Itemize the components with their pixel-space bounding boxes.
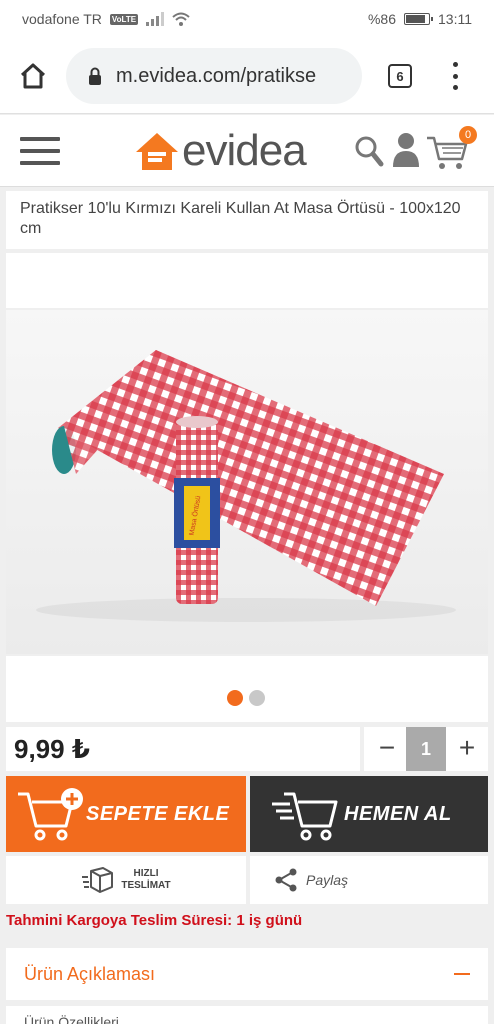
search-icon[interactable] xyxy=(354,135,384,167)
buy-now-button[interactable]: HEMEN AL xyxy=(250,776,488,852)
tab-switcher-button[interactable]: 6 xyxy=(388,64,412,88)
cart-plus-icon xyxy=(18,788,83,841)
browser-menu-icon[interactable] xyxy=(448,62,462,90)
wifi-icon xyxy=(172,12,190,26)
delivery-box-icon xyxy=(82,867,114,893)
features-heading: Ürün Özellikleri xyxy=(24,1014,119,1024)
product-title: Pratikser 10'lu Kırmızı Kareli Kullan At… xyxy=(6,191,488,249)
lock-icon xyxy=(89,67,101,85)
home-icon[interactable] xyxy=(19,62,47,90)
pagination-dot-active[interactable] xyxy=(227,690,243,706)
pagination-dot[interactable] xyxy=(249,690,265,706)
logo-text: evidea xyxy=(182,126,307,175)
blank-panel xyxy=(6,253,488,308)
url-text: m.evidea.com/pratikse xyxy=(116,64,317,87)
buy-now-label: HEMEN AL xyxy=(344,802,452,825)
add-to-cart-label: SEPETE EKLE xyxy=(86,802,230,825)
fast-delivery-line2: TESLİMAT xyxy=(121,880,171,891)
volte-badge: VoLTE xyxy=(109,13,139,25)
quantity-input[interactable]: 1 xyxy=(406,727,446,771)
logo-house-icon xyxy=(136,133,178,170)
fast-delivery-line1: HIZLI xyxy=(133,868,159,879)
collapse-icon[interactable] xyxy=(454,973,470,975)
site-header: evidea xyxy=(0,115,494,187)
battery-icon xyxy=(404,13,433,25)
share-button[interactable]: Paylaş xyxy=(250,856,488,904)
clock: 13:11 xyxy=(438,11,472,27)
battery-percent: %86 xyxy=(367,11,396,27)
fast-delivery-info[interactable]: HIZLI TESLİMAT xyxy=(6,856,246,904)
quantity-stepper: − 1 + xyxy=(364,727,488,771)
evidea-logo[interactable]: evidea xyxy=(134,125,307,177)
cart-count-badge: 0 xyxy=(459,126,477,144)
signal-icon xyxy=(146,12,165,26)
status-bar: vodafone TR VoLTE %86 13:11 xyxy=(0,0,494,38)
share-label: Paylaş xyxy=(306,872,349,888)
share-icon xyxy=(275,868,297,892)
price: 9,99 ₺ xyxy=(6,727,360,771)
add-to-cart-button[interactable]: SEPETE EKLE xyxy=(6,776,246,852)
description-heading: Ürün Açıklaması xyxy=(24,963,156,984)
quantity-decrease-button[interactable]: − xyxy=(372,733,402,765)
delivery-estimate: Tahmini Kargoya Teslim Süresi: 1 iş günü xyxy=(6,912,303,929)
user-icon[interactable] xyxy=(392,132,420,168)
hamburger-menu-icon[interactable] xyxy=(20,137,60,165)
carrier-name: vodafone TR xyxy=(22,11,102,27)
quantity-increase-button[interactable]: + xyxy=(452,733,482,765)
url-bar[interactable]: m.evidea.com/pratikse xyxy=(66,48,362,104)
product-description-accordion[interactable]: Ürün Açıklaması xyxy=(6,948,488,1000)
tablecloth-illustration: Masa Örtüsü xyxy=(36,350,456,622)
browser-toolbar: m.evidea.com/pratikse 6 xyxy=(0,38,494,114)
image-pagination xyxy=(6,656,488,722)
product-features-accordion[interactable]: Ürün Özellikleri xyxy=(6,1006,488,1024)
product-image[interactable]: Masa Örtüsü xyxy=(6,310,488,654)
fast-cart-icon xyxy=(272,792,338,841)
